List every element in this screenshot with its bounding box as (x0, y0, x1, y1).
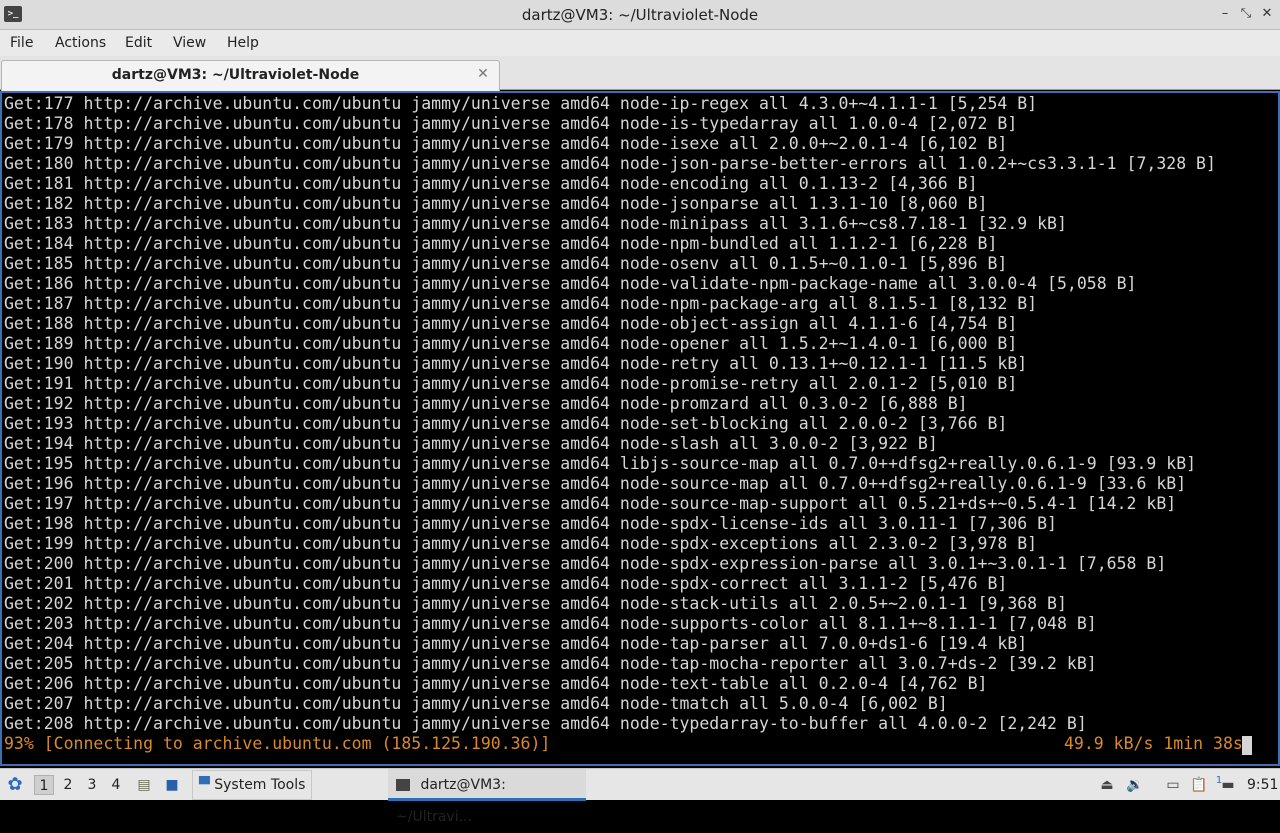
menu-bar: File Actions Edit View Help (0, 30, 1280, 56)
menu-actions[interactable]: Actions (55, 30, 106, 56)
terminal-line: Get:190 http://archive.ubuntu.com/ubuntu… (4, 354, 1028, 373)
terminal-line: Get:181 http://archive.ubuntu.com/ubuntu… (4, 174, 978, 193)
menu-file[interactable]: File (10, 30, 33, 56)
terminal-line: Get:191 http://archive.ubuntu.com/ubuntu… (4, 374, 1018, 393)
terminal-line: Get:185 http://archive.ubuntu.com/ubuntu… (4, 254, 1008, 273)
terminal-line: Get:204 http://archive.ubuntu.com/ubuntu… (4, 634, 1028, 653)
network-icon[interactable]: ▭ (1163, 775, 1183, 795)
terminal-line: Get:188 http://archive.ubuntu.com/ubuntu… (4, 314, 1018, 333)
tab-close-icon[interactable]: ✕ (475, 66, 491, 82)
terminal-task-icon (396, 779, 410, 791)
eject-icon[interactable]: ⏏ (1097, 775, 1117, 795)
workspace-3[interactable]: 3 (82, 775, 102, 795)
task-label: dartz@VM3: ~/Ultravi... (396, 777, 506, 825)
terminal-line: Get:182 http://archive.ubuntu.com/ubuntu… (4, 194, 988, 213)
menu-view[interactable]: View (173, 30, 206, 56)
terminal-line: Get:187 http://archive.ubuntu.com/ubuntu… (4, 294, 1038, 313)
maximize-button[interactable]: ⤡ (1237, 5, 1255, 23)
taskbar: ✿ 1 2 3 4 ▤ ■ ▀ System Tools dartz@VM3: … (0, 768, 1280, 825)
tab-label: dartz@VM3: ~/Ultraviolet-Node (111, 67, 360, 83)
terminal-line: Get:198 http://archive.ubuntu.com/ubuntu… (4, 514, 1057, 533)
terminal-line: Get:178 http://archive.ubuntu.com/ubuntu… (4, 114, 1018, 133)
terminal-line: Get:195 http://archive.ubuntu.com/ubuntu… (4, 454, 1197, 473)
show-desktop-icon[interactable]: ■ (162, 775, 182, 795)
terminal-line: Get:186 http://archive.ubuntu.com/ubuntu… (4, 274, 1137, 293)
clock[interactable]: 9:51 (1247, 769, 1278, 801)
terminal-line: Get:199 http://archive.ubuntu.com/ubuntu… (4, 534, 1038, 553)
terminal-line: Get:196 http://archive.ubuntu.com/ubuntu… (4, 474, 1187, 493)
system-tools-label: System Tools (214, 777, 306, 793)
minimize-button[interactable]: – (1216, 5, 1234, 23)
terminal-line: Get:180 http://archive.ubuntu.com/ubuntu… (4, 154, 1216, 173)
tab-strip: dartz@VM3: ~/Ultraviolet-Node ✕ (0, 56, 1280, 91)
menu-edit[interactable]: Edit (125, 30, 152, 56)
close-window-button[interactable]: ✕ (1258, 5, 1276, 23)
terminal-line: Get:200 http://archive.ubuntu.com/ubuntu… (4, 554, 1167, 573)
terminal-line: Get:203 http://archive.ubuntu.com/ubuntu… (4, 614, 1097, 633)
terminal-line: Get:201 http://archive.ubuntu.com/ubuntu… (4, 574, 1008, 593)
terminal-line: Get:177 http://archive.ubuntu.com/ubuntu… (4, 94, 1038, 113)
task-terminal[interactable]: dartz@VM3: ~/Ultravi... (388, 769, 586, 825)
workspace-2[interactable]: 2 (58, 775, 78, 795)
terminal-line: Get:208 http://archive.ubuntu.com/ubuntu… (4, 714, 1087, 733)
terminal-line: Get:184 http://archive.ubuntu.com/ubuntu… (4, 234, 998, 253)
terminal-line: Get:193 http://archive.ubuntu.com/ubuntu… (4, 414, 1008, 433)
download-rate: 49.9 kB/s 1min 38s (1064, 734, 1243, 753)
terminal-line: Get:183 http://archive.ubuntu.com/ubuntu… (4, 214, 1067, 233)
terminal-line: Get:207 http://archive.ubuntu.com/ubuntu… (4, 694, 948, 713)
volume-icon[interactable]: 🔉 (1125, 775, 1145, 795)
terminal-line: Get:192 http://archive.ubuntu.com/ubuntu… (4, 394, 968, 413)
system-tools-button[interactable]: ▀ System Tools (192, 770, 313, 800)
clipboard-icon[interactable]: 📋 (1189, 775, 1209, 795)
progress-status: 93% [Connecting to archive.ubuntu.com (1… (4, 734, 551, 753)
window-titlebar[interactable]: >_ dartz@VM3: ~/Ultraviolet-Node – ⤡ ✕ (0, 0, 1280, 30)
terminal-line: Get:205 http://archive.ubuntu.com/ubuntu… (4, 654, 1097, 673)
terminal-cursor (1242, 736, 1252, 755)
terminal-line: Get:206 http://archive.ubuntu.com/ubuntu… (4, 674, 988, 693)
terminal-line: Get:202 http://archive.ubuntu.com/ubuntu… (4, 594, 1067, 613)
folder-icon: ▀ (199, 777, 210, 793)
menu-help[interactable]: Help (227, 30, 259, 56)
terminal-line: Get:179 http://archive.ubuntu.com/ubuntu… (4, 134, 1008, 153)
window-title: dartz@VM3: ~/Ultraviolet-Node (521, 6, 759, 24)
tab-terminal[interactable]: dartz@VM3: ~/Ultraviolet-Node ✕ (1, 60, 500, 91)
notification-icon[interactable]: ▬ (1218, 775, 1238, 795)
file-manager-icon[interactable]: ▤ (134, 775, 154, 795)
lubuntu-start-icon[interactable]: ✿ (5, 775, 25, 795)
terminal-line: Get:189 http://archive.ubuntu.com/ubuntu… (4, 334, 1018, 353)
workspace-4[interactable]: 4 (106, 775, 126, 795)
workspace-1[interactable]: 1 (34, 775, 54, 795)
terminal-line: Get:194 http://archive.ubuntu.com/ubuntu… (4, 434, 938, 453)
terminal-output[interactable]: Get:177 http://archive.ubuntu.com/ubuntu… (0, 91, 1280, 766)
terminal-line: Get:197 http://archive.ubuntu.com/ubuntu… (4, 494, 1177, 513)
